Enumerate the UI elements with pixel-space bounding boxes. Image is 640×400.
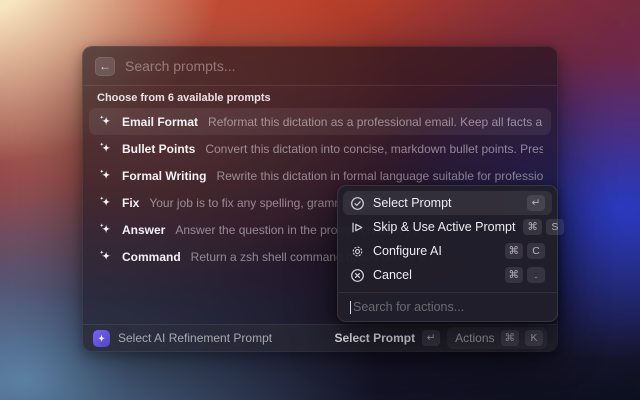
menu-item-label: Skip & Use Active Prompt bbox=[373, 220, 515, 234]
actions-menu: Select Prompt ↵ Skip & Use Active Prompt… bbox=[337, 185, 558, 322]
actions-menu-button[interactable]: Actions ⌘ K bbox=[447, 327, 547, 349]
command-key-badge: ⌘ bbox=[523, 219, 542, 235]
prompt-name: Formal Writing bbox=[122, 169, 206, 183]
circle-x-icon bbox=[350, 268, 365, 283]
text-cursor bbox=[350, 301, 351, 314]
actions-search-placeholder: Search for actions... bbox=[353, 300, 464, 314]
gear-icon bbox=[350, 244, 365, 259]
actions-search-input[interactable]: Search for actions... bbox=[338, 292, 557, 321]
app-logo-icon bbox=[93, 330, 110, 347]
prompt-name: Fix bbox=[122, 196, 139, 210]
sparkles-icon bbox=[97, 168, 113, 184]
status-actions: Select Prompt ↵ Actions ⌘ K bbox=[334, 327, 547, 349]
back-arrow-icon: ← bbox=[99, 60, 111, 72]
period-key-badge: . bbox=[527, 267, 545, 283]
command-key-badge: ⌘ bbox=[501, 330, 520, 346]
prompt-description: Rewrite this dictation in formal languag… bbox=[216, 169, 543, 183]
status-bar: Select AI Refinement Prompt Select Promp… bbox=[83, 324, 557, 351]
menu-item-cancel[interactable]: Cancel ⌘. bbox=[343, 263, 552, 287]
palette-header: ← Search prompts... bbox=[83, 47, 557, 86]
menu-item-label: Cancel bbox=[373, 268, 497, 282]
skip-forward-icon bbox=[350, 220, 365, 235]
sparkles-icon bbox=[97, 114, 113, 130]
desktop-background: ← Search prompts... Choose from 6 availa… bbox=[0, 0, 640, 400]
k-key-badge: K bbox=[525, 330, 543, 346]
section-label: Choose from 6 available prompts bbox=[97, 92, 543, 105]
prompt-description: Convert this dictation into concise, mar… bbox=[205, 142, 543, 156]
actions-menu-list: Select Prompt ↵ Skip & Use Active Prompt… bbox=[338, 186, 557, 292]
command-key-badge: ⌘ bbox=[505, 267, 524, 283]
prompt-name: Answer bbox=[122, 223, 165, 237]
sparkles-icon bbox=[97, 195, 113, 211]
prompt-description: Reformat this dictation as a professiona… bbox=[208, 115, 543, 129]
sparkles-icon bbox=[97, 141, 113, 157]
menu-item-label: Configure AI bbox=[373, 244, 497, 258]
command-key-badge: ⌘ bbox=[505, 243, 524, 259]
select-prompt-action[interactable]: Select Prompt bbox=[334, 331, 415, 345]
return-key-badge: ↵ bbox=[422, 330, 440, 346]
prompt-name: Command bbox=[122, 250, 181, 264]
search-input[interactable]: Search prompts... bbox=[125, 58, 236, 74]
menu-item-label: Select Prompt bbox=[373, 196, 519, 210]
menu-item-skip-use-active-prompt[interactable]: Skip & Use Active Prompt ⌘S bbox=[343, 215, 552, 239]
menu-item-select-prompt[interactable]: Select Prompt ↵ bbox=[343, 191, 552, 215]
prompt-name: Bullet Points bbox=[122, 142, 195, 156]
circle-check-icon bbox=[350, 196, 365, 211]
back-button[interactable]: ← bbox=[95, 57, 115, 76]
prompt-item-email-format[interactable]: Email Format Reformat this dictation as … bbox=[89, 108, 551, 135]
return-key-badge: ↵ bbox=[527, 195, 545, 211]
actions-label: Actions bbox=[455, 331, 494, 345]
prompt-item-bullet-points[interactable]: Bullet Points Convert this dictation int… bbox=[89, 135, 551, 162]
sparkles-icon bbox=[97, 249, 113, 265]
c-key-badge: C bbox=[527, 243, 545, 259]
s-key-badge: S bbox=[546, 219, 564, 235]
menu-item-configure-ai[interactable]: Configure AI ⌘C bbox=[343, 239, 552, 263]
sparkles-icon bbox=[97, 222, 113, 238]
prompt-name: Email Format bbox=[122, 115, 198, 129]
status-title: Select AI Refinement Prompt bbox=[118, 331, 272, 345]
